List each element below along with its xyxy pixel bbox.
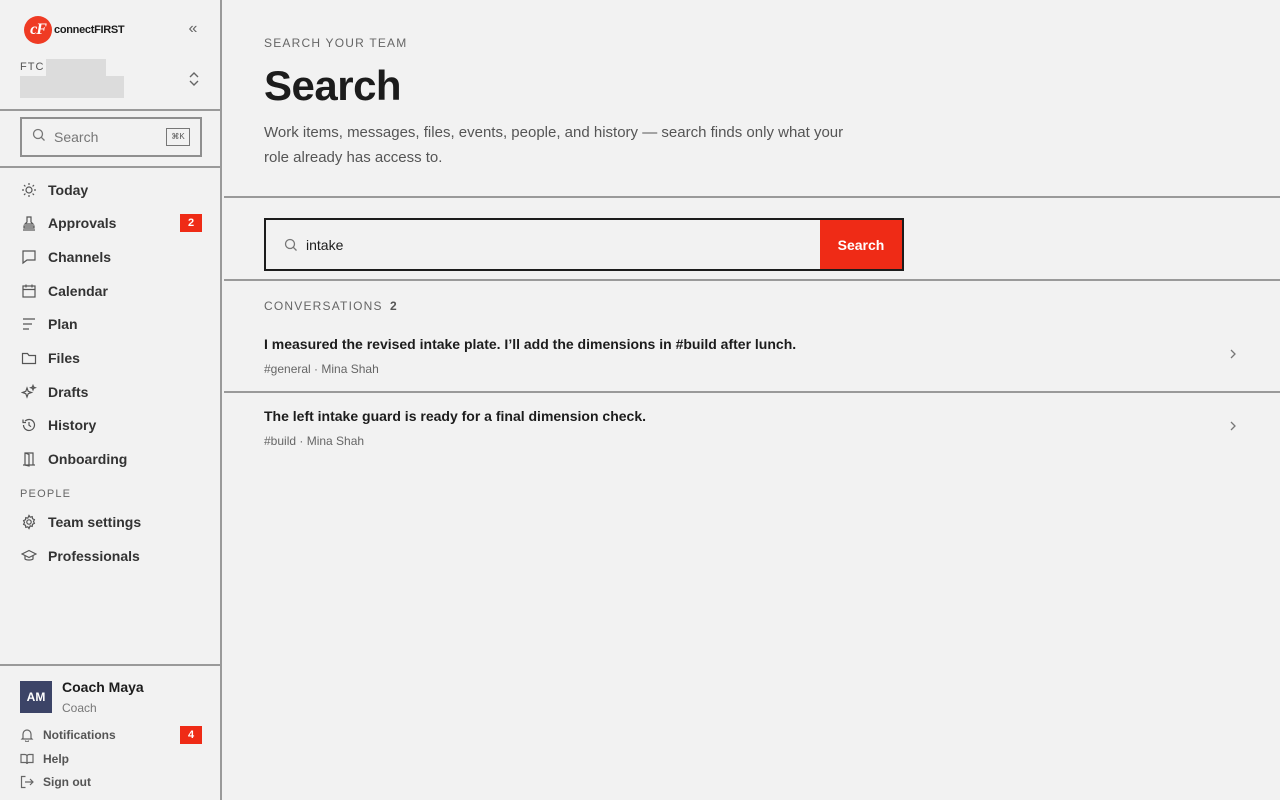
results-count: 2 xyxy=(390,299,397,313)
nav-item-team-settings[interactable]: Team settings xyxy=(20,508,202,536)
notifications-link[interactable]: Notifications 4 xyxy=(20,725,202,745)
search-button[interactable]: Search xyxy=(820,220,902,269)
nav-label: Onboarding xyxy=(48,451,128,467)
divider xyxy=(224,279,1280,281)
notifications-label: Notifications xyxy=(43,728,116,742)
page-title: Search xyxy=(264,62,402,109)
book-icon xyxy=(20,752,34,766)
nav-label: Approvals xyxy=(48,215,117,231)
nav-item-plan[interactable]: Plan xyxy=(20,310,202,338)
section-label-people: PEOPLE xyxy=(20,488,72,500)
collapse-sidebar-icon[interactable]: « xyxy=(184,20,202,38)
team-label: FTC xyxy=(20,61,45,73)
result-row[interactable]: I measured the revised intake plate. I’l… xyxy=(224,336,1280,406)
nav-item-files[interactable]: Files xyxy=(20,344,202,372)
result-title: The left intake guard is ready for a fin… xyxy=(264,408,646,424)
search-icon xyxy=(266,220,306,269)
lines-icon xyxy=(20,315,38,333)
search-input[interactable]: intake xyxy=(306,220,820,269)
sign-out-link[interactable]: Sign out xyxy=(20,772,202,792)
user-role: Coach xyxy=(62,701,97,715)
chat-bubble-icon xyxy=(20,248,38,266)
nav-label: Professionals xyxy=(48,548,140,564)
sign-out-label: Sign out xyxy=(43,775,91,789)
result-meta: #build · Mina Shah xyxy=(264,434,365,448)
nav-label: Team settings xyxy=(48,514,142,530)
door-icon xyxy=(20,450,38,468)
nav-item-today[interactable]: Today xyxy=(20,176,202,204)
divider xyxy=(0,166,222,168)
help-label: Help xyxy=(43,752,70,766)
approvals-count-badge: 2 xyxy=(180,214,202,232)
nav-item-onboarding[interactable]: Onboarding xyxy=(20,445,202,473)
sparkle-icon xyxy=(20,383,38,401)
nav-label: Drafts xyxy=(48,384,89,400)
divider xyxy=(0,664,222,666)
result-title: I measured the revised intake plate. I’l… xyxy=(264,336,797,352)
sidebar-search-input[interactable]: Search ⌘K xyxy=(20,117,202,157)
sidebar: cF connectFIRST « FTC Search ⌘K Today Ap… xyxy=(0,0,222,800)
help-link[interactable]: Help xyxy=(20,749,202,769)
brand-name: connectFIRST xyxy=(54,24,125,36)
results-section-label: CONVERSATIONS xyxy=(264,299,383,313)
history-icon xyxy=(20,416,38,434)
sidebar-search-placeholder: Search xyxy=(54,129,99,145)
nav-item-professionals[interactable]: Professionals xyxy=(20,542,202,570)
brand-mark: cF xyxy=(24,16,52,44)
avatar[interactable]: AM xyxy=(20,681,52,713)
result-meta: #general · Mina Shah xyxy=(264,362,379,376)
chevron-right-icon xyxy=(1226,344,1240,364)
nav-item-calendar[interactable]: Calendar xyxy=(20,277,202,305)
notifications-count-badge: 4 xyxy=(180,726,202,744)
nav-label: History xyxy=(48,417,97,433)
nav-label: Calendar xyxy=(48,283,108,299)
nav-label: Files xyxy=(48,350,80,366)
chevron-right-icon xyxy=(1226,416,1240,436)
stamp-icon xyxy=(20,214,38,232)
user-name: Coach Maya xyxy=(62,679,144,695)
gear-icon xyxy=(20,513,38,531)
divider xyxy=(224,391,1280,393)
divider xyxy=(224,196,1280,198)
calendar-icon xyxy=(20,282,38,300)
nav-label: Channels xyxy=(48,249,112,265)
graduation-cap-icon xyxy=(20,547,38,565)
bell-icon xyxy=(20,728,34,742)
sign-out-icon xyxy=(20,775,34,789)
redacted-team-detail xyxy=(20,76,124,98)
brand-logo[interactable]: cF connectFIRST xyxy=(24,16,125,44)
nav-item-approvals[interactable]: Approvals 2 xyxy=(20,209,202,237)
nav-item-channels[interactable]: Channels xyxy=(20,243,202,271)
sun-icon xyxy=(20,181,38,199)
redacted-team-name xyxy=(46,59,106,77)
keyboard-shortcut-hint: ⌘K xyxy=(166,128,190,146)
nav-item-history[interactable]: History xyxy=(20,411,202,439)
nav-label: Plan xyxy=(48,316,78,332)
result-row[interactable]: The left intake guard is ready for a fin… xyxy=(224,408,1280,478)
team-switcher-chevron-icon[interactable] xyxy=(186,68,202,90)
search-form: intake Search xyxy=(264,218,904,271)
search-icon xyxy=(32,128,46,147)
divider xyxy=(0,109,222,111)
page-description: Work items, messages, files, events, peo… xyxy=(264,124,844,166)
nav-item-drafts[interactable]: Drafts xyxy=(20,378,202,406)
page-eyebrow: SEARCH YOUR TEAM xyxy=(264,36,408,50)
folder-icon xyxy=(20,349,38,367)
nav-label: Today xyxy=(48,182,89,198)
